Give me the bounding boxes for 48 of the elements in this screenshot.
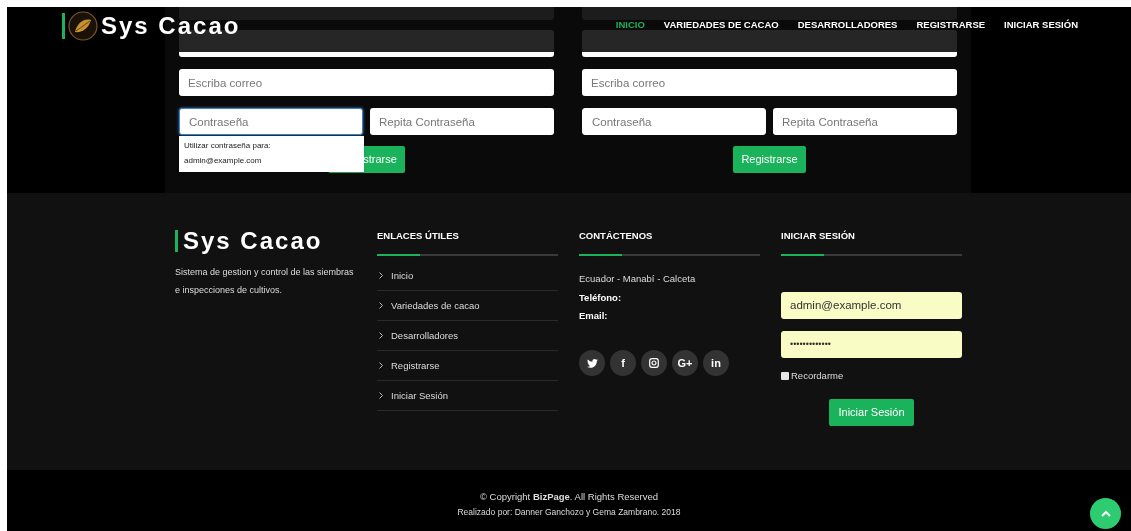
- back-to-top-button[interactable]: [1090, 498, 1121, 529]
- section-title: CONTÁCTENOS: [579, 229, 654, 243]
- input-field[interactable]: [582, 7, 957, 20]
- nav-link[interactable]: DESARROLLADORES: [797, 18, 898, 33]
- footer-link[interactable]: Variedades de cacao: [391, 298, 480, 313]
- social-button[interactable]: [579, 350, 605, 376]
- password-input[interactable]: Contraseña: [179, 108, 363, 135]
- input-field[interactable]: [582, 30, 957, 57]
- footer-link[interactable]: Registrarse: [391, 358, 440, 373]
- remember-checkbox[interactable]: [781, 372, 789, 381]
- section-title: ENLACES ÚTILES: [377, 229, 460, 243]
- address-text: Ecuador - Manabí - Calceta: [579, 272, 697, 287]
- password-input[interactable]: •••••••••••••: [781, 331, 962, 359]
- footer-brand: Sys Cacao: [183, 229, 323, 253]
- section-title: INICIAR SESIÓN: [781, 229, 856, 243]
- repeat-password-input[interactable]: Repita Contraseña: [773, 108, 957, 135]
- copyright-text: © Copyright BizPage. All Rights Reserved: [479, 490, 659, 504]
- footer-link[interactable]: Inicio: [391, 268, 414, 283]
- footer-description: Sistema de gestion y control de las siembras e inspecciones de cultivos.: [175, 266, 355, 297]
- email-input[interactable]: Escriba correo: [582, 69, 957, 96]
- social-button[interactable]: G+: [672, 350, 698, 376]
- credits-text: Realizado por: Danner Ganchozo y Gema Zambrano. 2018: [457, 506, 681, 519]
- email-input[interactable]: Escriba correo: [179, 69, 554, 96]
- nav-link[interactable]: VARIEDADES DE CACAO: [663, 18, 779, 33]
- footer-link[interactable]: Desarrolladores: [391, 328, 459, 343]
- site-logo[interactable]: Sys Cacao: [101, 14, 241, 38]
- chevron-icon: [379, 332, 383, 340]
- dropdown-title: Utilizar contraseña para:: [183, 140, 272, 152]
- chevron-icon: [379, 272, 383, 280]
- camera-icon: [649, 358, 659, 368]
- nav-link[interactable]: REGISTRARSE: [916, 18, 986, 33]
- bird-icon: [586, 358, 598, 368]
- cacao-pod-icon: [68, 11, 98, 41]
- footer-link[interactable]: Iniciar Sesión: [391, 388, 449, 403]
- social-button[interactable]: in: [703, 350, 729, 376]
- repeat-password-input[interactable]: Repita Contraseña: [370, 108, 554, 135]
- chevron-icon: [379, 392, 383, 400]
- email-label: Email:: [579, 308, 609, 323]
- nav-link[interactable]: INICIO: [615, 18, 645, 33]
- social-button[interactable]: f: [610, 350, 636, 376]
- email-input[interactable]: admin@example.com: [781, 292, 962, 320]
- chevron-up-icon: [1100, 510, 1111, 517]
- remember-label: Recordarme: [791, 369, 844, 384]
- phone-label: Teléfono:: [579, 290, 623, 305]
- chevron-icon: [379, 362, 383, 370]
- chevron-icon: [379, 302, 383, 310]
- nav-link[interactable]: INICIAR SESIÓN: [1004, 18, 1078, 33]
- social-button[interactable]: [641, 350, 667, 376]
